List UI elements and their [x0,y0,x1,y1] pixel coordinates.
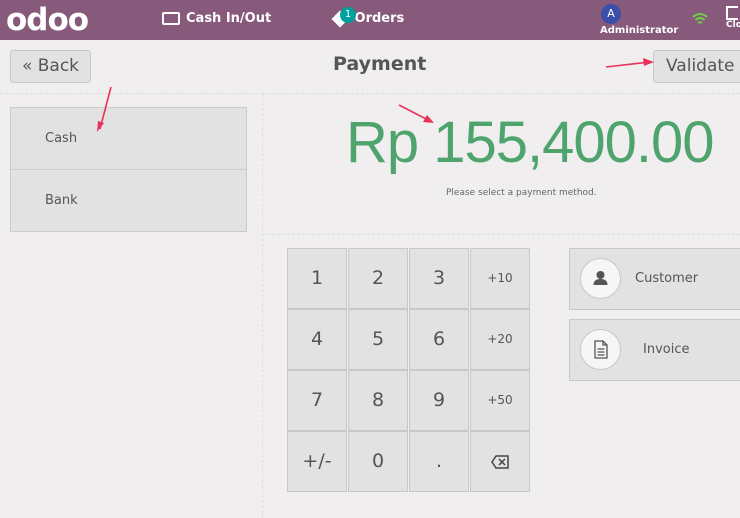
odoo-logo: odoo [6,2,89,38]
user-name[interactable]: Administrator [600,25,678,36]
close-label: Close [726,20,740,30]
numpad-key-plus-50[interactable]: +50 [470,370,530,431]
numpad-key-decimal[interactable]: . [409,431,469,492]
top-bar: odoo Cash In/Out Orders 1 A Administrato… [0,0,740,40]
money-icon [162,12,180,25]
divider [262,234,740,235]
orders-label: Orders [354,11,405,26]
sign-out-icon [726,6,738,20]
backspace-key[interactable] [470,431,530,492]
invoice-button[interactable]: Invoice [569,319,740,381]
numpad-key-plus-10[interactable]: +10 [470,248,530,309]
customer-label: Customer [635,271,699,286]
divider [0,93,740,94]
numpad-key-2[interactable]: 2 [348,248,408,309]
cash-in-out-label: Cash In/Out [186,11,272,26]
payment-method-cash[interactable]: Cash [11,108,246,170]
numpad-key-1[interactable]: 1 [287,248,347,309]
numpad-key-0[interactable]: 0 [348,431,408,492]
validate-button[interactable]: Validate » [653,50,740,83]
numpad-key-plus-20[interactable]: +20 [470,309,530,370]
total-amount: Rp 155,400.00 [346,110,715,175]
numpad-key-6[interactable]: 6 [409,309,469,370]
numpad-key-4[interactable]: 4 [287,309,347,370]
numpad-key-5[interactable]: 5 [348,309,408,370]
customer-button[interactable]: Customer [569,248,740,310]
payment-methods-list: Cash Bank [10,107,247,232]
orders-count-badge: 1 [340,7,356,23]
numpad: 1 2 3 +10 4 5 6 +20 7 8 9 +50 +/- 0 . [287,248,532,494]
invoice-label: Invoice [643,342,690,357]
numpad-key-3[interactable]: 3 [409,248,469,309]
back-button[interactable]: « Back [10,50,91,83]
numpad-key-7[interactable]: 7 [287,370,347,431]
numpad-key-8[interactable]: 8 [348,370,408,431]
numpad-key-9[interactable]: 9 [409,370,469,431]
wifi-icon [692,13,708,24]
user-icon [580,258,621,299]
cash-in-out-button[interactable]: Cash In/Out [162,11,271,26]
user-avatar[interactable]: A [601,4,621,24]
payment-method-bank[interactable]: Bank [11,170,246,232]
backspace-icon [491,454,509,469]
payment-hint: Please select a payment method. [446,188,597,198]
numpad-key-plus-minus[interactable]: +/- [287,431,347,492]
divider-vertical [262,93,263,518]
file-text-icon [580,329,621,370]
close-button[interactable]: Close [726,4,740,34]
page-title: Payment [333,53,427,75]
